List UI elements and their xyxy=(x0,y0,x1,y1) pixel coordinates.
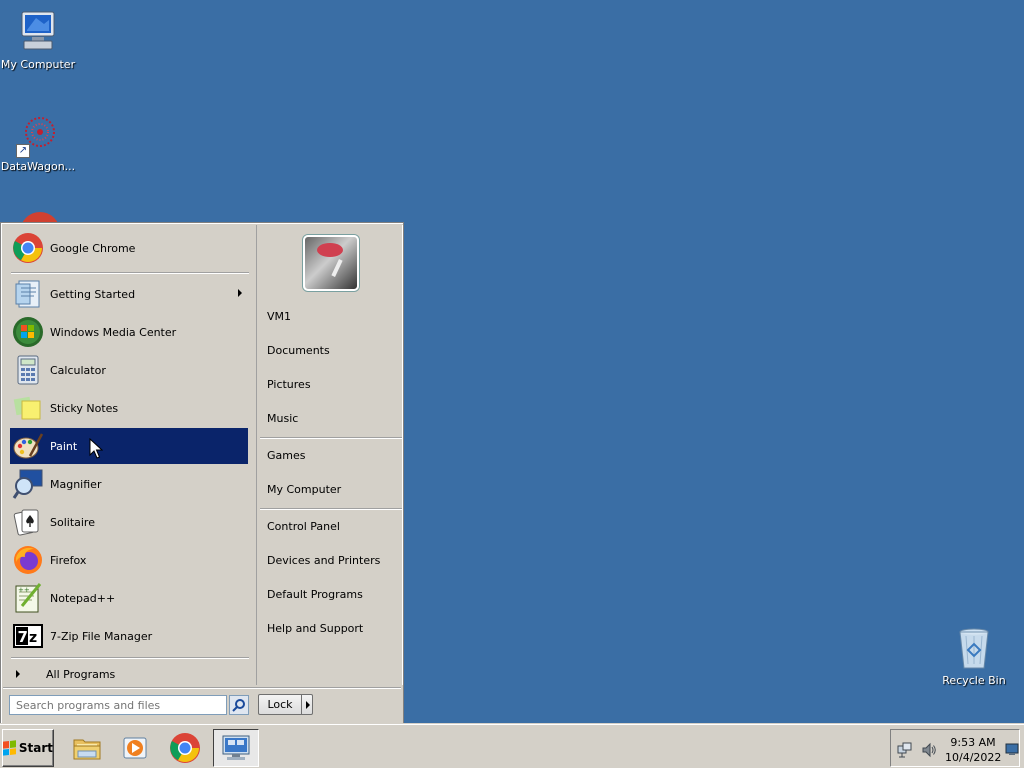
media-player-icon xyxy=(123,737,147,759)
all-programs-button[interactable]: All Programs xyxy=(11,663,249,685)
start-item-label: Magnifier xyxy=(50,477,102,491)
start-menu-places-pane: VM1 Documents Pictures Music Games My Co… xyxy=(256,225,403,685)
search-programs-input[interactable] xyxy=(9,695,227,715)
network-icon[interactable] xyxy=(897,742,913,758)
taskbar: Start 9:53 AM 10/4/2022 xyxy=(0,724,1024,768)
start-menu: Google Chrome Getting Started Windows Me… xyxy=(0,222,404,724)
desktop-icon-label: DataWagon... xyxy=(0,160,76,173)
separator xyxy=(260,508,402,510)
place-control-panel[interactable]: Control Panel xyxy=(267,516,401,538)
all-programs-label: All Programs xyxy=(46,667,116,681)
svg-text:7: 7 xyxy=(18,628,28,646)
paint-icon xyxy=(12,430,44,462)
start-button[interactable]: Start xyxy=(2,729,54,767)
magnifier-icon xyxy=(12,468,44,500)
start-item-7zip-file-manager[interactable]: 7 z 7-Zip File Manager xyxy=(10,618,248,654)
start-item-label: 7-Zip File Manager xyxy=(50,629,153,643)
place-devices-and-printers[interactable]: Devices and Printers xyxy=(267,550,401,572)
chrome-icon xyxy=(12,232,44,264)
getting-started-icon xyxy=(12,278,44,310)
windows-logo-icon xyxy=(3,740,16,756)
svg-text:++: ++ xyxy=(18,586,30,594)
start-item-windows-media-center[interactable]: Windows Media Center xyxy=(10,314,248,350)
start-item-notepad-plus-plus[interactable]: ++ Notepad++ xyxy=(10,580,248,616)
calculator-icon xyxy=(12,354,44,386)
place-music[interactable]: Music xyxy=(267,408,401,430)
chrome-icon xyxy=(170,733,200,763)
place-games[interactable]: Games xyxy=(267,445,401,467)
place-pictures[interactable]: Pictures xyxy=(267,374,401,396)
solitaire-icon xyxy=(12,506,44,538)
place-user-folder[interactable]: VM1 xyxy=(267,306,401,328)
notification-area: 9:53 AM 10/4/2022 xyxy=(890,729,1020,767)
desktop-icon-recycle-bin[interactable]: Recycle Bin xyxy=(934,624,1014,687)
clock-date[interactable]: 10/4/2022 xyxy=(945,751,1001,764)
start-item-sticky-notes[interactable]: Sticky Notes xyxy=(10,390,248,426)
tonearm-icon xyxy=(331,258,343,278)
svg-text:z: z xyxy=(29,630,37,646)
place-my-computer[interactable]: My Computer xyxy=(267,479,401,501)
separator xyxy=(11,657,249,659)
remote-desktop-icon xyxy=(222,735,250,760)
start-menu-bottom-bar: Lock xyxy=(3,687,401,721)
notepadpp-icon: ++ xyxy=(12,582,44,614)
triangle-right-icon xyxy=(16,670,20,678)
start-item-google-chrome[interactable]: Google Chrome xyxy=(10,230,248,266)
start-item-label: Sticky Notes xyxy=(50,401,119,415)
volume-icon[interactable] xyxy=(921,742,937,758)
start-item-paint[interactable]: Paint xyxy=(10,428,248,464)
start-item-label: Google Chrome xyxy=(50,241,136,255)
taskbar-remote-desktop-button[interactable] xyxy=(213,729,259,767)
start-item-label: Paint xyxy=(50,439,78,453)
submenu-arrow-icon xyxy=(238,289,242,297)
turntable-record-icon xyxy=(317,243,343,257)
datawagon-icon: ↗ xyxy=(14,110,62,158)
computer-icon xyxy=(14,8,62,56)
start-label: Start xyxy=(18,741,53,755)
taskbar-file-explorer-button[interactable] xyxy=(64,729,110,767)
taskbar-chrome-button[interactable] xyxy=(162,729,208,767)
file-explorer-icon xyxy=(73,739,101,760)
lock-button[interactable]: Lock xyxy=(258,694,302,715)
separator xyxy=(11,272,249,274)
sticky-notes-icon xyxy=(12,392,44,424)
firefox-icon xyxy=(12,544,44,576)
user-picture[interactable] xyxy=(303,235,359,291)
start-menu-programs-pane: Google Chrome Getting Started Windows Me… xyxy=(3,225,253,685)
start-item-calculator[interactable]: Calculator xyxy=(10,352,248,388)
recycle-bin-icon xyxy=(950,624,998,672)
search-button[interactable] xyxy=(229,695,249,715)
start-item-solitaire[interactable]: Solitaire xyxy=(10,504,248,540)
place-default-programs[interactable]: Default Programs xyxy=(267,584,401,606)
start-item-label: Windows Media Center xyxy=(50,325,177,339)
desktop-icon-datawagon[interactable]: ↗ DataWagon... xyxy=(0,110,78,173)
start-item-label: Notepad++ xyxy=(50,591,116,605)
start-item-firefox[interactable]: Firefox xyxy=(10,542,248,578)
taskbar-media-player-button[interactable] xyxy=(112,729,158,767)
search-icon xyxy=(232,699,245,712)
desktop-icon-my-computer[interactable]: My Computer xyxy=(0,8,78,71)
desktop-icon-label: My Computer xyxy=(0,58,76,71)
mouse-pointer-icon xyxy=(89,438,103,459)
separator xyxy=(260,437,402,439)
show-desktop-icon[interactable] xyxy=(1005,742,1019,756)
media-center-icon xyxy=(12,316,44,348)
place-documents[interactable]: Documents xyxy=(267,340,401,362)
start-item-getting-started[interactable]: Getting Started xyxy=(10,276,248,312)
start-item-label: Firefox xyxy=(50,553,87,567)
start-item-label: Calculator xyxy=(50,363,106,377)
start-item-magnifier[interactable]: Magnifier xyxy=(10,466,248,502)
clock-time[interactable]: 9:53 AM xyxy=(945,736,1001,749)
shutdown-options-arrow-button[interactable] xyxy=(301,694,313,715)
desktop-icon-label: Recycle Bin xyxy=(942,674,1006,687)
7zip-icon: 7 z xyxy=(12,620,44,652)
start-item-label: Getting Started xyxy=(50,287,136,301)
place-help-and-support[interactable]: Help and Support xyxy=(267,618,401,640)
shortcut-arrow-icon: ↗ xyxy=(16,144,30,158)
start-item-label: Solitaire xyxy=(50,515,95,529)
